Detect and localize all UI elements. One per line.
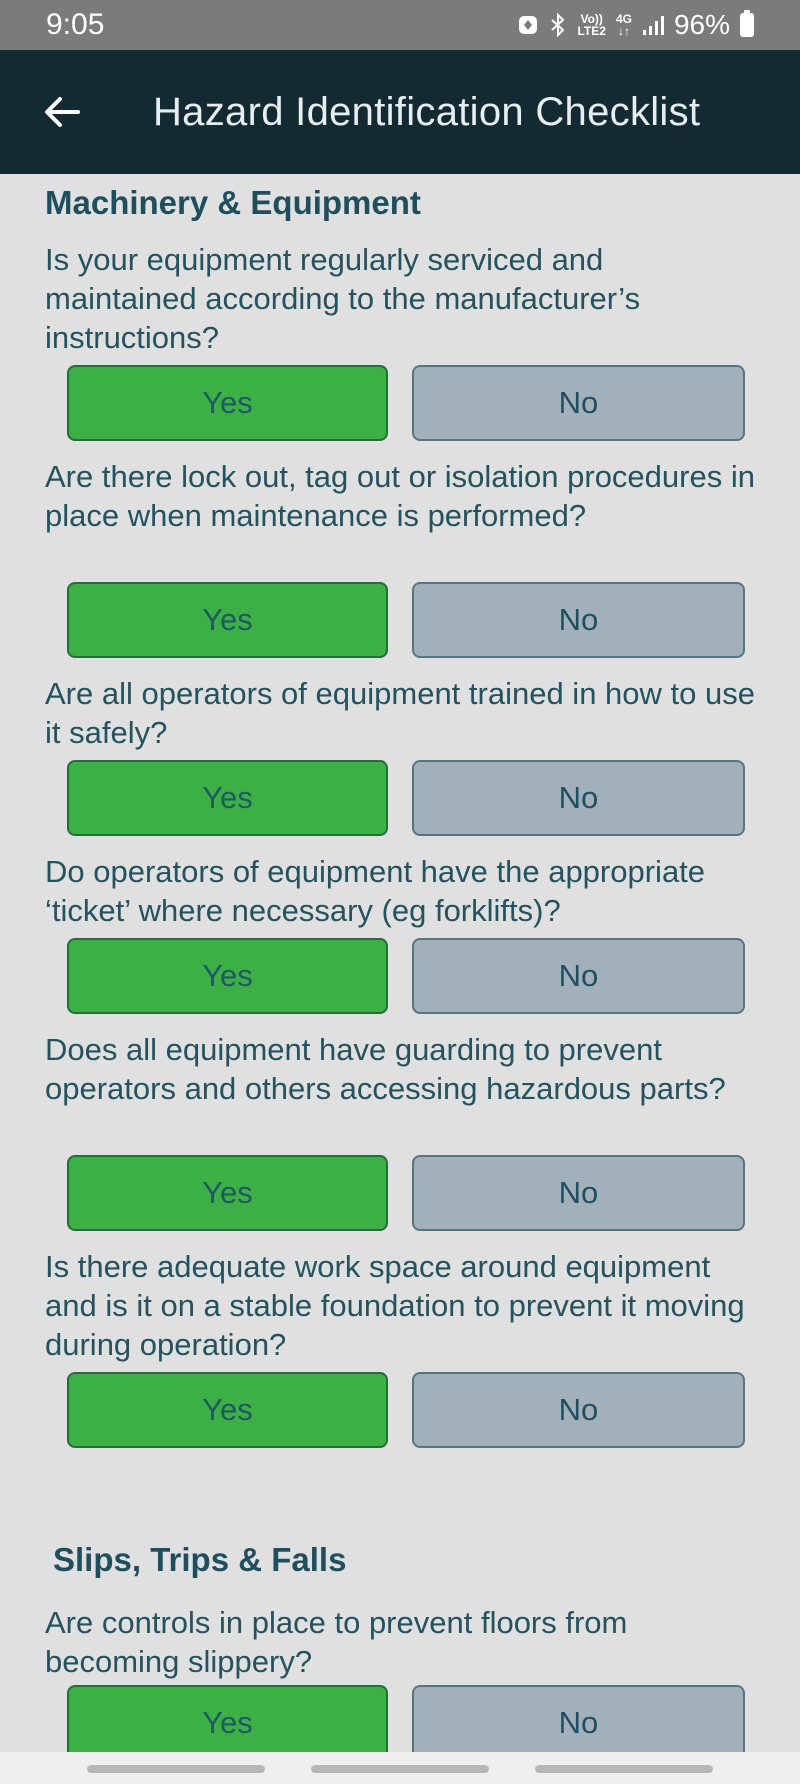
no-button[interactable]: No bbox=[412, 938, 745, 1014]
checklist-content[interactable]: Machinery & Equipment Is your equipment … bbox=[0, 174, 800, 1752]
answer-buttons: Yes No bbox=[0, 938, 745, 1014]
answer-buttons: Yes No bbox=[0, 1685, 745, 1752]
bluetooth-icon bbox=[549, 13, 567, 37]
page-title: Hazard Identification Checklist bbox=[153, 89, 701, 134]
arrow-left-icon bbox=[45, 97, 80, 127]
yes-button[interactable]: Yes bbox=[67, 1372, 388, 1448]
answer-buttons: Yes No bbox=[0, 1155, 745, 1231]
yes-button[interactable]: Yes bbox=[67, 1155, 388, 1231]
question-text: Are all operators of equipment trained i… bbox=[45, 676, 755, 750]
yes-button[interactable]: Yes bbox=[67, 1685, 388, 1752]
yes-button[interactable]: Yes bbox=[67, 365, 388, 441]
nav-recent-button[interactable] bbox=[87, 1765, 265, 1773]
status-bar: 9:05 Vo)) LTE2 4G ↓↑ 96% bbox=[0, 0, 800, 50]
question-text: Are controls in place to prevent floors … bbox=[45, 1605, 628, 1679]
app-bar: Hazard Identification Checklist bbox=[0, 50, 800, 174]
no-button[interactable]: No bbox=[412, 1685, 745, 1752]
yes-button[interactable]: Yes bbox=[67, 938, 388, 1014]
network-type-indicator: 4G ↓↑ bbox=[615, 12, 632, 38]
yes-button[interactable]: Yes bbox=[67, 582, 388, 658]
signal-icon bbox=[642, 14, 664, 36]
answer-buttons: Yes No bbox=[0, 760, 745, 836]
no-button[interactable]: No bbox=[412, 760, 745, 836]
section-machinery: Machinery & Equipment bbox=[0, 184, 421, 222]
battery-percent: 96% bbox=[673, 9, 730, 40]
no-button[interactable]: No bbox=[412, 1372, 745, 1448]
nav-home-button[interactable] bbox=[311, 1765, 489, 1773]
question-text: Do operators of equipment have the appro… bbox=[45, 854, 706, 928]
section-slips-trips-falls: Slips, Trips & Falls bbox=[8, 1541, 346, 1579]
question-text: Is your equipment regularly serviced and… bbox=[45, 242, 641, 355]
back-button[interactable] bbox=[27, 77, 97, 147]
question-text: Are there lock out, tag out or isolation… bbox=[45, 459, 755, 533]
section-title: Slips, Trips & Falls bbox=[53, 1541, 347, 1578]
section-title: Machinery & Equipment bbox=[45, 184, 421, 221]
question-text: Does all equipment have guarding to prev… bbox=[45, 1032, 726, 1106]
question-text: Is there adequate work space around equi… bbox=[45, 1249, 745, 1362]
system-nav-bar bbox=[0, 1752, 800, 1784]
answer-buttons: Yes No bbox=[0, 582, 745, 658]
no-button[interactable]: No bbox=[412, 1155, 745, 1231]
hotspot-icon bbox=[517, 14, 539, 36]
no-button[interactable]: No bbox=[412, 365, 745, 441]
answer-buttons: Yes No bbox=[0, 1372, 745, 1448]
answer-buttons: Yes No bbox=[0, 365, 745, 441]
volte-indicator: Vo)) LTE2 bbox=[577, 12, 606, 38]
status-time: 9:05 bbox=[46, 8, 105, 41]
status-icons: Vo)) LTE2 4G ↓↑ 96% bbox=[517, 9, 754, 41]
yes-button[interactable]: Yes bbox=[67, 760, 388, 836]
battery-icon bbox=[740, 10, 754, 37]
nav-back-button[interactable] bbox=[535, 1765, 713, 1773]
no-button[interactable]: No bbox=[412, 582, 745, 658]
